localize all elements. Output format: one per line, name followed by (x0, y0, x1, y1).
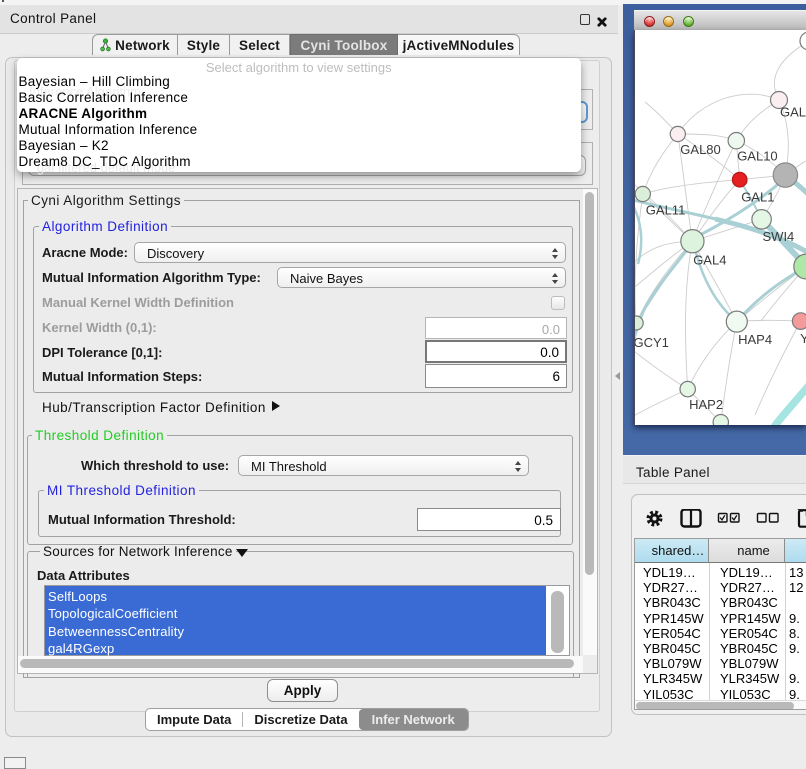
svg-text:HAP2: HAP2 (689, 397, 723, 412)
svg-text:GAL1: GAL1 (741, 190, 774, 205)
svg-text:GAL10: GAL10 (737, 149, 777, 164)
svg-text:GAL4: GAL4 (693, 252, 726, 267)
svg-text:GAL80: GAL80 (680, 142, 720, 157)
svg-text:SWI4: SWI4 (763, 229, 795, 244)
svg-text:GCY1: GCY1 (635, 335, 669, 350)
svg-text:Y: Y (800, 331, 806, 346)
svg-text:GAL2: GAL2 (780, 104, 806, 119)
svg-text:HAP4: HAP4 (738, 332, 772, 347)
svg-text:GAL11: GAL11 (646, 202, 686, 217)
